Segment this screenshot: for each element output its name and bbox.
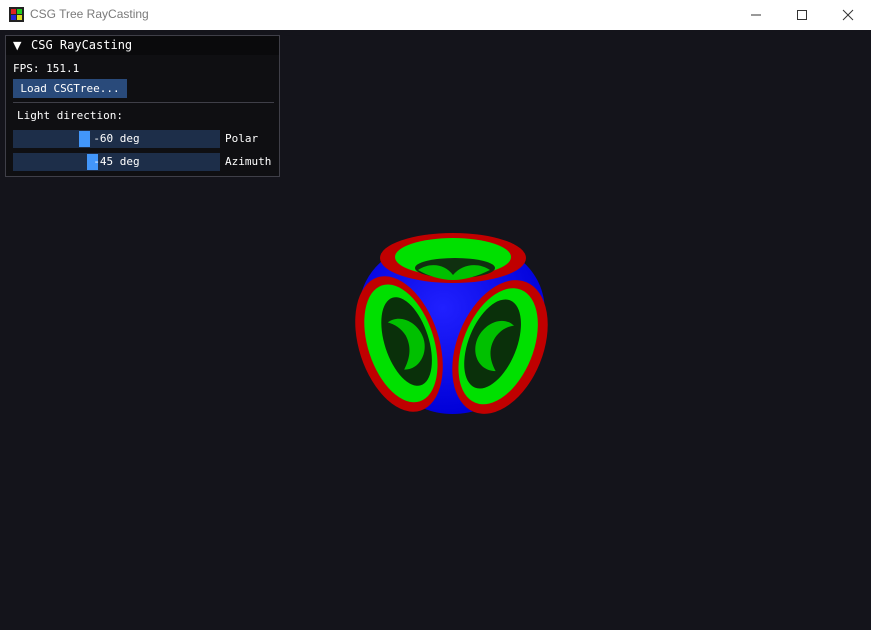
app-icon [9,7,24,22]
load-csgtree-button[interactable]: Load CSGTree... [13,79,127,98]
azimuth-label: Azimuth [225,155,272,168]
polar-slider-value: -60 deg [93,132,140,145]
triangle-down-icon[interactable]: ▼ [13,39,21,52]
light-direction-label: Light direction: [17,109,123,122]
separator [13,102,274,103]
fps-label: FPS: 151.1 [13,62,80,75]
azimuth-slider-value: -45 deg [93,155,140,168]
maximize-button[interactable] [779,0,825,30]
minimize-icon [751,14,761,16]
window-title: CSG Tree RayCasting [30,7,149,21]
maximize-icon [797,10,807,20]
close-button[interactable] [825,0,871,30]
polar-slider[interactable]: -60 deg [13,130,220,148]
azimuth-slider[interactable]: -45 deg [13,153,220,171]
panel-header[interactable]: ▼ CSG RayCasting [6,36,279,55]
close-icon [842,9,854,21]
panel-title: CSG RayCasting [31,38,133,52]
csg-shape-render [355,233,548,414]
polar-label: Polar [225,132,259,145]
csg-raycasting-panel: ▼ CSG RayCasting FPS: 151.1 Load CSGTree… [5,35,280,177]
minimize-button[interactable] [733,0,779,30]
title-bar: CSG Tree RayCasting [0,0,871,30]
